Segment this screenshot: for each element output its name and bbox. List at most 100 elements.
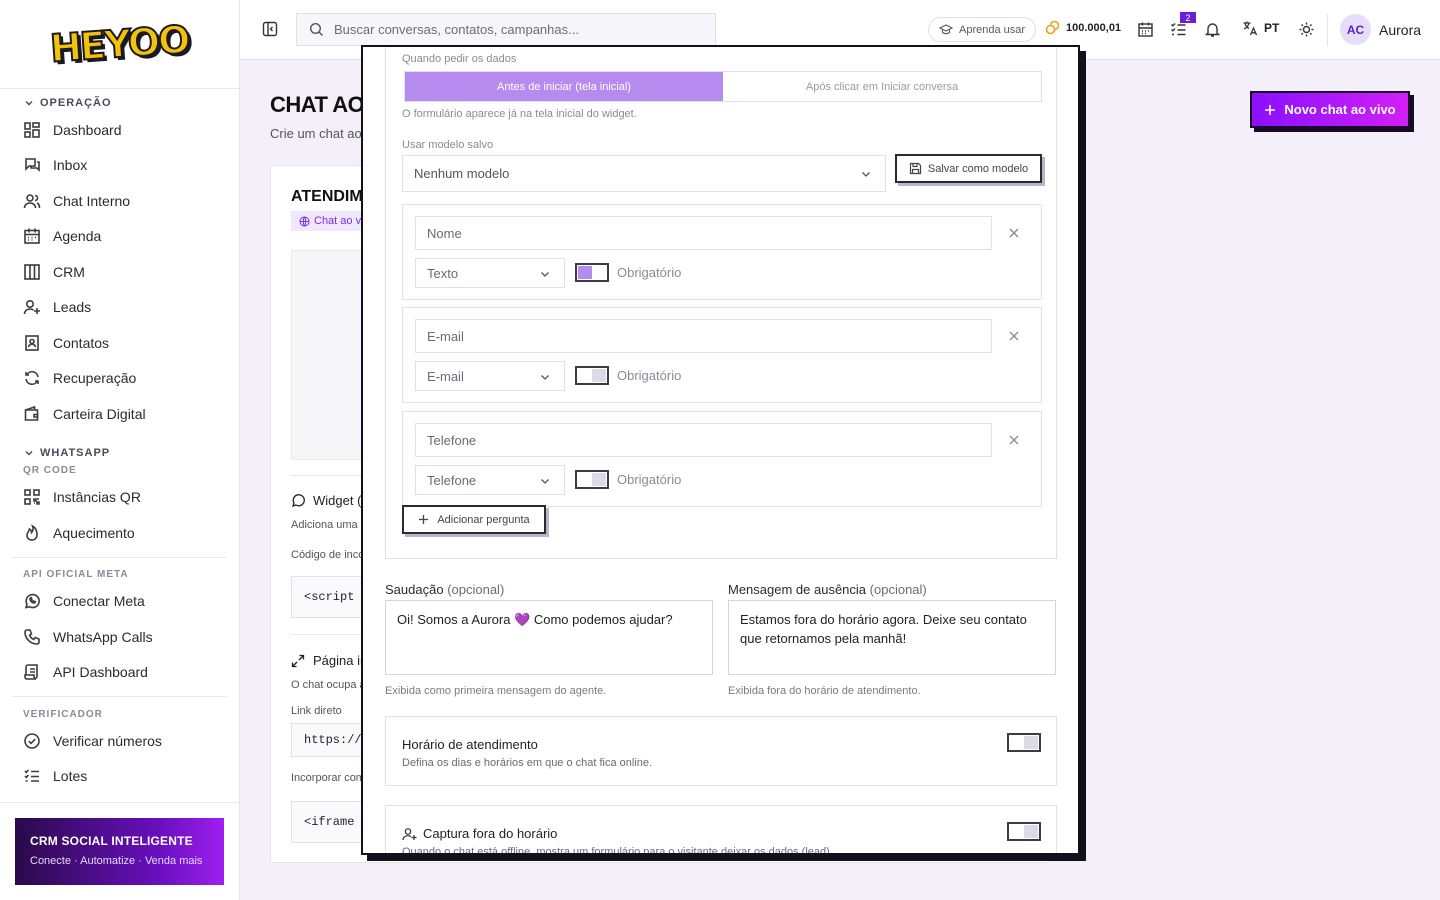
sidebar-item-label: Lotes [53, 768, 88, 785]
sidebar-item-conectar-meta[interactable]: Conectar Meta [0, 584, 239, 620]
dashboard-icon [24, 121, 40, 138]
sidebar-item-label: WhatsApp Calls [53, 628, 153, 645]
sidebar-item-label: Conectar Meta [53, 593, 145, 610]
close-icon[interactable] [1007, 433, 1021, 447]
toggle-knob [592, 369, 606, 382]
sidebar-item-label: Agenda [53, 228, 102, 245]
seg-after-click[interactable]: Após clicar em Iniciar conversa [723, 72, 1041, 101]
business-hours-card: Horário de atendimento Defina os dias e … [385, 716, 1057, 786]
sidebar-footer-divider [0, 802, 239, 803]
embed-label: Incorporar com [291, 772, 365, 784]
sidebar-item-label: Verificar números [53, 732, 162, 749]
sidebar-item-aquecimento[interactable]: Aquecimento [0, 515, 239, 551]
wallet-icon [24, 405, 39, 421]
scroll-icon [24, 664, 38, 681]
chevron-down-icon [541, 479, 549, 484]
topbar-divider [1327, 14, 1328, 46]
bell-icon[interactable] [1204, 21, 1221, 38]
sidebar-item-instancias-qr[interactable]: Instâncias QR [0, 480, 239, 516]
learn-button[interactable]: Aprenda usar [928, 17, 1037, 42]
sidebar-item-lotes[interactable]: Lotes [0, 759, 239, 795]
question-type-select[interactable]: Telefone [415, 465, 565, 495]
business-hours-title: Horário de atendimento [402, 737, 538, 752]
tasks-icon[interactable] [1170, 21, 1187, 38]
chevron-down-icon [25, 101, 33, 106]
business-hours-toggle[interactable] [1007, 733, 1041, 752]
section-operacao[interactable]: OPERAÇÃO [0, 94, 239, 112]
sidebar-item-label: Recuperação [53, 370, 137, 387]
widget-section-title: Widget ( [291, 493, 361, 508]
new-live-chat-button[interactable]: Novo chat ao vivo [1250, 91, 1410, 128]
fullpage-section-title: Página in [291, 653, 367, 668]
calendar-icon[interactable] [1137, 21, 1154, 38]
question-name-input[interactable]: Nome [415, 216, 992, 250]
question-card: Nome Texto Obrigatório [402, 204, 1042, 300]
template-label: Usar modelo salvo [402, 139, 494, 151]
required-toggle[interactable] [575, 470, 609, 489]
question-type-select[interactable]: E-mail [415, 361, 565, 391]
chevron-down-icon [541, 375, 549, 380]
required-toggle[interactable] [575, 366, 609, 385]
close-icon[interactable] [1007, 329, 1021, 343]
brand-logo[interactable]: HEYOO [48, 16, 191, 72]
sidebar-item-label: Inbox [53, 157, 88, 174]
user-plus-icon [402, 827, 417, 840]
question-card: E-mail E-mail Obrigatório [402, 307, 1042, 403]
user-menu[interactable]: AC Aurora [1340, 14, 1421, 45]
sidebar-item-label: Chat Interno [53, 192, 131, 209]
sidebar-toggle-icon[interactable] [262, 21, 278, 37]
language-switcher[interactable]: PT [1242, 20, 1279, 36]
offline-capture-toggle[interactable] [1007, 822, 1041, 841]
sidebar-item-recuperacao[interactable]: Recuperação [0, 361, 239, 397]
add-question-button[interactable]: Adicionar pergunta [402, 505, 546, 534]
sidebar-item-whatsapp-calls[interactable]: WhatsApp Calls [0, 619, 239, 655]
sidebar-divider [12, 696, 227, 697]
template-select[interactable]: Nenhum modelo [402, 155, 886, 192]
sidebar-item-carteira-digital[interactable]: Carteira Digital [0, 396, 239, 432]
plus-icon [1265, 104, 1276, 115]
flame-icon [26, 524, 38, 541]
toggle-knob [592, 473, 606, 486]
refresh-icon [25, 371, 39, 386]
sidebar-item-crm[interactable]: CRM [0, 254, 239, 290]
question-type-select[interactable]: Texto [415, 258, 565, 288]
chevron-down-icon [541, 272, 549, 277]
tasks-badge: 2 [1180, 12, 1196, 23]
section-whatsapp[interactable]: WHATSAPP [0, 444, 239, 462]
check-circle-icon [24, 732, 40, 749]
sidebar-item-verificar-numeros[interactable]: Verificar números [0, 723, 239, 759]
promo-banner[interactable]: CRM SOCIAL INTELIGENTE Conecte · Automat… [15, 818, 224, 885]
search-bar[interactable] [296, 13, 716, 46]
chat-settings-modal: Quando pedir os dados Antes de iniciar (… [361, 45, 1080, 855]
card-title: ATENDIM [291, 188, 363, 205]
user-name: Aurora [1379, 21, 1422, 38]
sidebar-item-chat-interno[interactable]: Chat Interno [0, 183, 239, 219]
toggle-knob [1024, 825, 1038, 838]
sidebar-item-inbox[interactable]: Inbox [0, 148, 239, 184]
close-icon[interactable] [1007, 226, 1021, 240]
away-message-textarea[interactable]: Estamos fora do horário agora. Deixe seu… [728, 600, 1056, 675]
user-plus-icon [23, 300, 40, 315]
widget-desc: Adiciona uma b [291, 519, 367, 531]
greeting-help: Exibida como primeira mensagem do agente… [385, 685, 607, 697]
seg-before-start[interactable]: Antes de iniciar (tela inicial) [405, 72, 723, 101]
greeting-textarea[interactable]: Oi! Somos a Aurora 💜 Como podemos ajudar… [385, 600, 713, 675]
sidebar-item-contatos[interactable]: Contatos [0, 325, 239, 361]
sidebar-item-dashboard[interactable]: Dashboard [0, 112, 239, 148]
pre-chat-form-box: Quando pedir os dados Antes de iniciar (… [385, 47, 1057, 559]
sidebar-item-api-dashboard[interactable]: API Dashboard [0, 655, 239, 691]
sidebar-item-leads[interactable]: Leads [0, 290, 239, 326]
question-name-input[interactable]: E-mail [415, 319, 992, 353]
question-name-input[interactable]: Telefone [415, 423, 992, 457]
required-toggle[interactable] [575, 263, 609, 282]
save-icon [909, 162, 921, 175]
sidebar-item-label: CRM [53, 263, 85, 280]
credits-balance[interactable]: 100.000,01 [1045, 20, 1121, 35]
globe-icon [299, 216, 310, 226]
offline-capture-card: Captura fora do horário Quando o chat es… [385, 805, 1057, 853]
sun-icon[interactable] [1298, 21, 1315, 38]
search-input[interactable] [334, 22, 694, 37]
save-template-button[interactable]: Salvar como modelo [895, 154, 1042, 183]
search-icon [309, 22, 323, 36]
sidebar-item-agenda[interactable]: Agenda [0, 219, 239, 255]
